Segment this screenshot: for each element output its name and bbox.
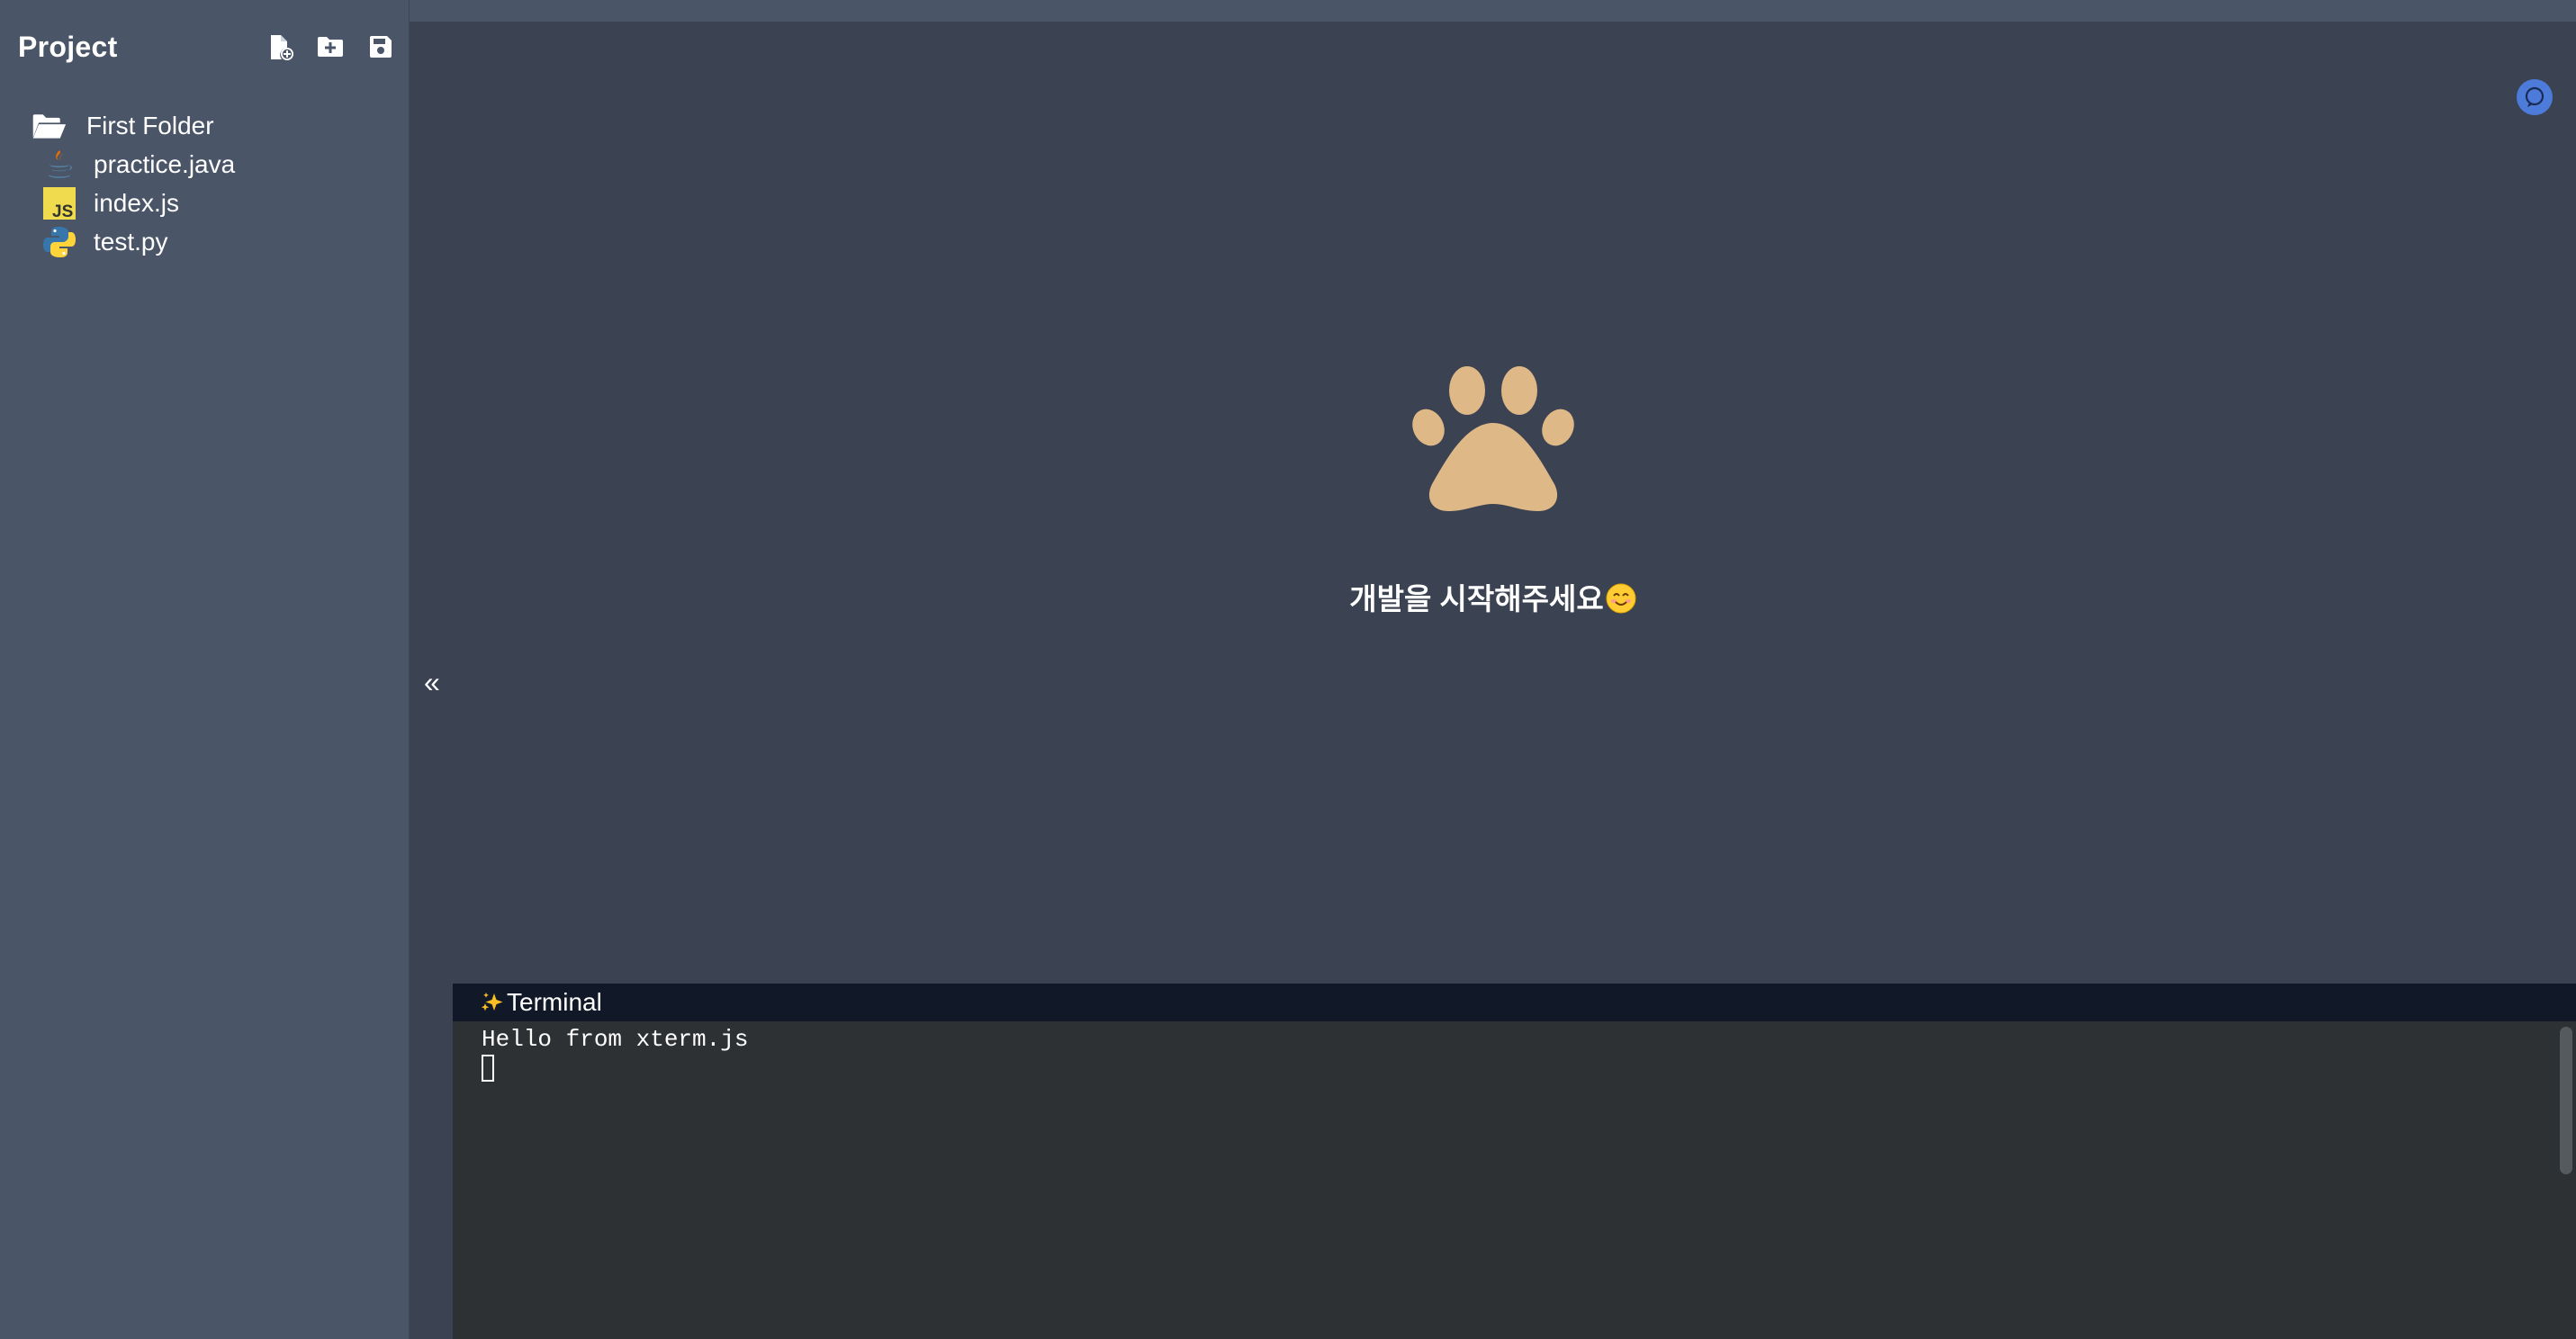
file-item-test-py[interactable]: test.py (0, 222, 410, 261)
file-item-index-js[interactable]: JS index.js (0, 184, 410, 222)
welcome-panel: 개발을 시작해주세요 (410, 364, 2576, 618)
new-folder-button[interactable] (314, 31, 347, 63)
terminal-panel[interactable]: Terminal Hello from xterm.js (453, 984, 2576, 1339)
sidebar-title: Project (18, 31, 118, 63)
smiling-face-icon (1606, 583, 1636, 614)
python-icon (41, 224, 77, 260)
chat-button[interactable] (2517, 79, 2553, 115)
app-window: Project First Folder practice.java JS in… (0, 0, 2576, 1339)
collapse-sidebar-button[interactable]: « (424, 668, 440, 696)
sidebar: Project First Folder practice.java JS in… (0, 0, 410, 1339)
java-icon (41, 147, 77, 183)
sidebar-header: Project (0, 0, 410, 90)
new-file-button[interactable] (264, 31, 296, 63)
terminal-scrollbar[interactable] (2560, 1027, 2572, 1174)
terminal-title: Terminal (507, 988, 602, 1016)
terminal-prompt-line (482, 1055, 2576, 1085)
terminal-line: Hello from xterm.js (482, 1026, 749, 1053)
folder-item-first-folder[interactable]: First Folder (0, 106, 410, 145)
welcome-text: 개발을 시작해주세요 (1349, 582, 1604, 616)
welcome-message: 개발을 시작해주세요 (410, 575, 2576, 618)
sidebar-actions (264, 31, 397, 63)
save-button[interactable] (365, 31, 397, 63)
top-bar (410, 0, 2576, 22)
terminal-output[interactable]: Hello from xterm.js (453, 1021, 2576, 1085)
folder-plus-icon (318, 37, 343, 57)
sparkles-icon (481, 993, 503, 1011)
file-label: practice.java (94, 149, 236, 178)
file-label: test.py (94, 227, 168, 256)
file-item-practice-java[interactable]: practice.java (0, 145, 410, 184)
folder-open-icon (29, 108, 68, 144)
svg-text:JS: JS (52, 202, 73, 221)
file-plus-icon (271, 35, 293, 60)
terminal-header: Terminal (453, 984, 2576, 1021)
terminal-cursor (482, 1055, 494, 1082)
save-icon (370, 36, 392, 58)
paw-icon (1411, 366, 1574, 511)
folder-label: First Folder (86, 111, 214, 139)
chat-icon (2525, 86, 2544, 107)
file-tree: First Folder practice.java JS index.js t… (0, 106, 410, 261)
file-label: index.js (94, 188, 179, 217)
javascript-icon: JS (41, 185, 77, 221)
